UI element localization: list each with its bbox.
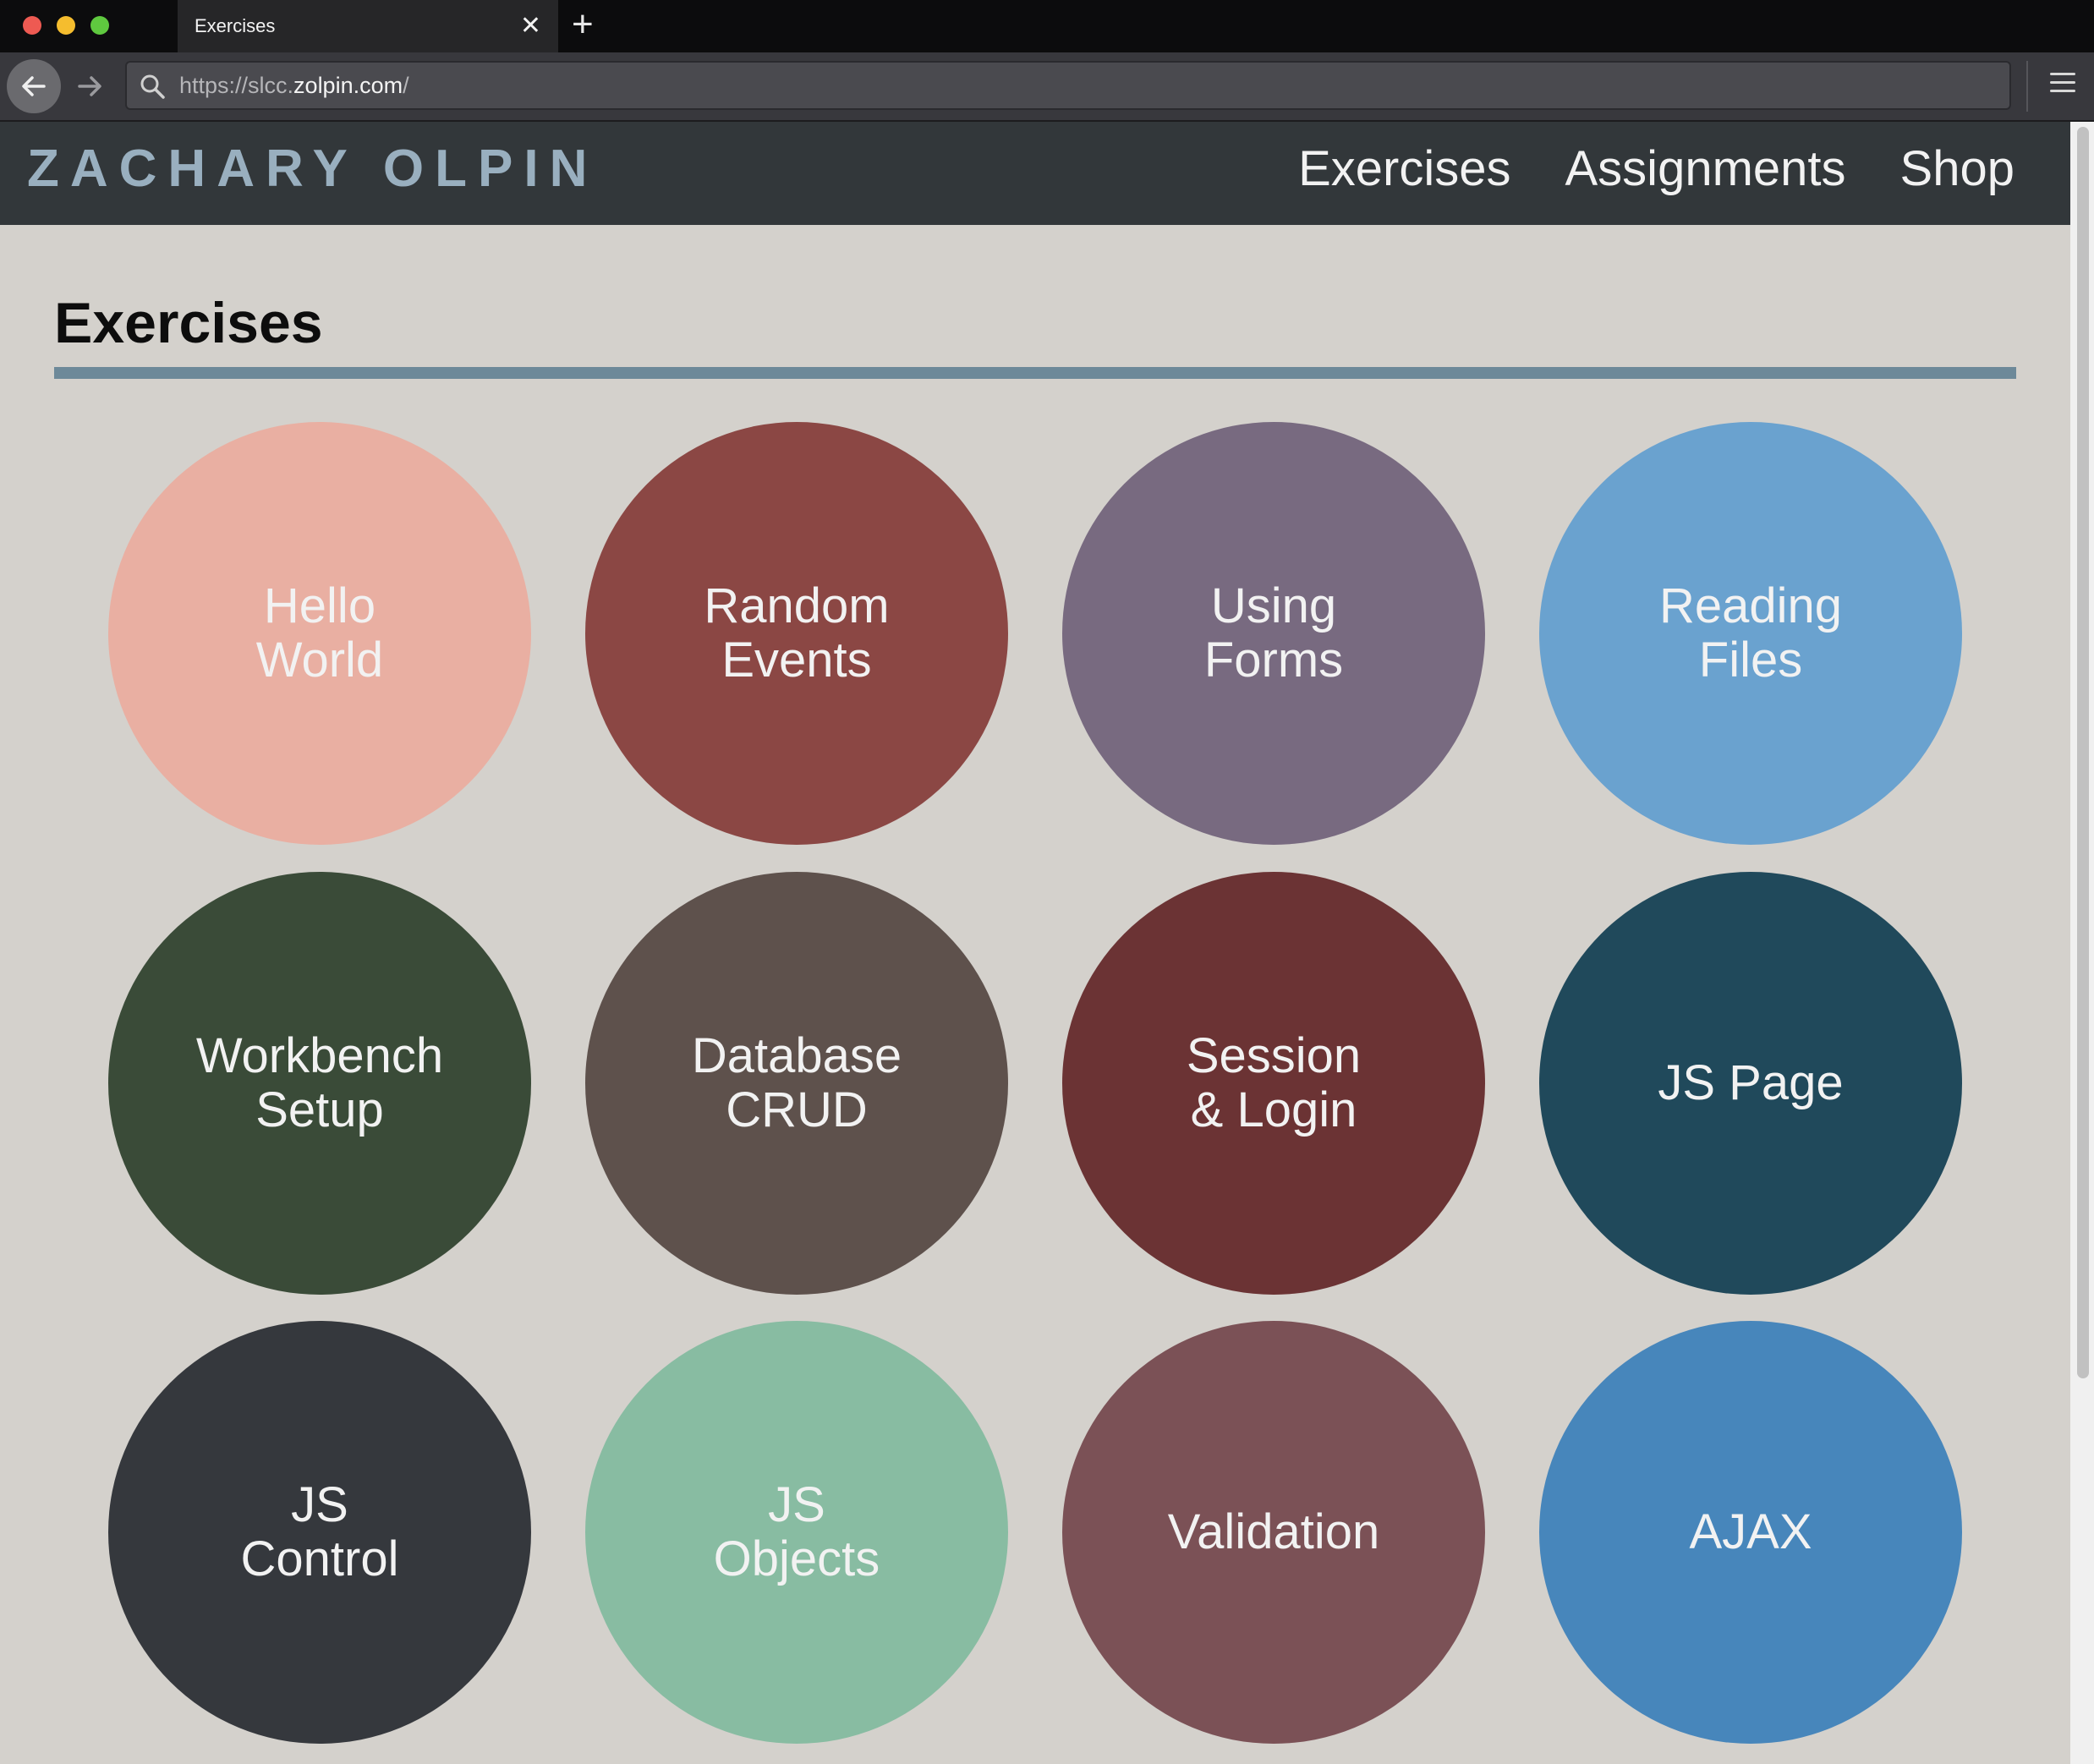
exercise-label: Using Forms [1203,578,1344,688]
page-viewport: ZACHARY OLPIN Exercises Assignments Shop… [0,122,2070,1764]
url-suffix: / [403,73,409,98]
exercise-label: Validation [1167,1504,1380,1559]
title-underline [54,367,2016,379]
url-prefix: https://slcc. [179,73,294,98]
minimize-window-button[interactable] [57,16,75,35]
exercise-label: JS Control [240,1477,399,1586]
exercise-card-database-crud[interactable]: Database CRUD [585,872,1008,1295]
site-logo[interactable]: ZACHARY OLPIN [27,122,598,216]
site-header: ZACHARY OLPIN Exercises Assignments Shop [0,122,2070,225]
exercise-card-hello-world[interactable]: Hello World [108,422,531,845]
exercise-card-js-page[interactable]: JS Page [1539,872,1962,1295]
exercise-card-session-login[interactable]: Session & Login [1062,872,1485,1295]
exercise-label: Database CRUD [691,1028,902,1137]
exercise-label: Reading Files [1658,578,1843,688]
search-icon [140,74,165,99]
exercise-label: JS Objects [713,1477,880,1586]
nav-link-exercises[interactable]: Exercises [1298,122,1510,216]
exercise-card-js-control[interactable]: JS Control [108,1321,531,1744]
page-title: Exercises [54,291,323,355]
exercise-card-js-objects[interactable]: JS Objects [585,1321,1008,1744]
nav-link-shop[interactable]: Shop [1900,122,2015,216]
url-domain: zolpin.com [293,73,403,98]
exercise-card-using-forms[interactable]: Using Forms [1062,422,1485,845]
exercise-label: Workbench Setup [195,1028,444,1137]
nav-link-assignments[interactable]: Assignments [1565,122,1846,216]
browser-toolbar: https://slcc.zolpin.com/ [0,52,2094,122]
arrow-left-icon [22,76,46,96]
address-bar[interactable]: https://slcc.zolpin.com/ [125,61,2011,110]
exercise-card-ajax[interactable]: AJAX [1539,1321,1962,1744]
exercise-card-workbench-setup[interactable]: Workbench Setup [108,872,531,1295]
active-tab[interactable]: Exercises ✕ [178,0,558,52]
exercise-card-reading-files[interactable]: Reading Files [1539,422,1962,845]
exercise-label: Random Events [704,578,890,688]
close-tab-icon[interactable]: ✕ [520,0,541,52]
hamburger-menu-icon[interactable] [2050,73,2075,98]
close-window-button[interactable] [23,16,41,35]
exercise-card-random-events[interactable]: Random Events [585,422,1008,845]
forward-button[interactable] [63,59,117,113]
exercise-label: Hello World [255,578,384,688]
toolbar-divider [2026,61,2028,112]
tab-title: Exercises [195,15,276,36]
url-text: https://slcc.zolpin.com/ [179,63,409,108]
browser-tab-bar: Exercises ✕ + [0,0,2094,52]
maximize-window-button[interactable] [90,16,109,35]
arrow-right-icon [78,76,101,96]
scrollbar-thumb[interactable] [2077,127,2089,1378]
site-nav: Exercises Assignments Shop [1244,122,2015,216]
exercise-label: Session & Login [1186,1028,1362,1137]
new-tab-button[interactable]: + [572,0,594,49]
back-button[interactable] [7,59,61,113]
exercise-label: JS Page [1658,1055,1844,1110]
exercise-label: AJAX [1689,1504,1812,1559]
exercise-card-validation[interactable]: Validation [1062,1321,1485,1744]
